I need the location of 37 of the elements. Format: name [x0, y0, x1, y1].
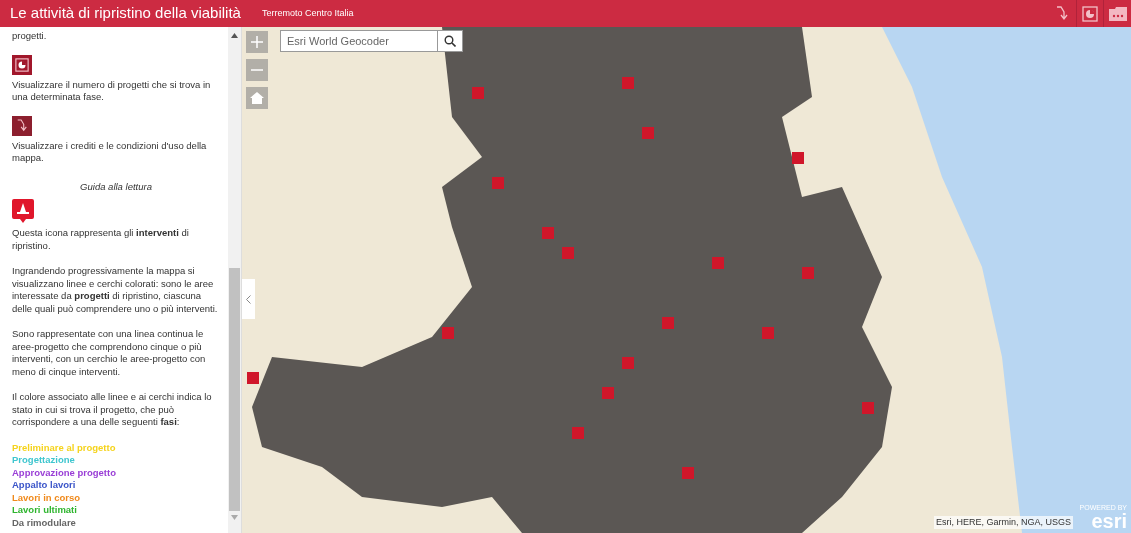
description-text: Sono rappresentate con una linea continua le aree-progetto che comprendono cinque o più interventi, con un cerchio le aree-progetto con meno di cinque interventi.: [12, 328, 207, 378]
home-button[interactable]: [246, 87, 268, 109]
pie-chart-icon: [1082, 5, 1098, 22]
search-field[interactable]: Esri World Geocoder: [280, 30, 438, 52]
zoom-in-button[interactable]: [246, 31, 268, 53]
zoom-out-button[interactable]: [246, 59, 268, 81]
app-title: Le attività di ripristino della viabilità: [9, 3, 242, 24]
description-text: Visualizzare i crediti e le condizioni d'uso della mappa.: [12, 139, 208, 165]
phase-label: Lavori ultimati: [12, 504, 78, 517]
credits-arrow-icon: [1054, 5, 1069, 22]
home-icon: [250, 92, 264, 104]
phase-label: Da rimodulare: [12, 516, 77, 529]
search-button[interactable]: [438, 30, 463, 52]
chevron-left-icon: [246, 294, 251, 304]
search-icon: [444, 35, 456, 47]
scrollbar-thumb[interactable]: [229, 268, 241, 511]
plus-icon: [251, 36, 263, 48]
phase-label: Approvazione progetto: [12, 466, 117, 479]
scroll-down-arrow-icon[interactable]: [231, 515, 239, 520]
minus-icon: [251, 69, 263, 71]
phase-label: Progettazione: [12, 454, 76, 467]
description-text: Questa icona rappresenta gli interventi di ripristino.: [12, 227, 190, 252]
description-text: progetti.: [12, 30, 48, 43]
section-caption: Guida alla lettura: [79, 180, 153, 193]
scrollbar[interactable]: [228, 27, 241, 533]
pie-chart-icon: [12, 54, 32, 75]
scroll-up-arrow-icon[interactable]: [231, 33, 239, 38]
phase-label: Lavori in corso: [12, 491, 82, 504]
map-marker-icon: [12, 199, 34, 223]
map-drawing[interactable]: [242, 27, 1131, 533]
description-text: Il colore associato alle linee e ai cerchi indica lo stato in cui si trova il progetto, che può corrispondere a una delle seguenti fasi:: [12, 391, 213, 429]
app-subtitle: Terremoto Centro Italia: [262, 6, 354, 20]
description-text: Visualizzare il numero di progetti che si trova in una determinata fase.: [12, 78, 212, 104]
phase-label: Preliminare al progetto: [12, 441, 117, 454]
phase-label: Appalto lavori: [12, 479, 77, 492]
folder-dots-icon: [1108, 6, 1127, 21]
description-text: Ingrandendo progressivamente la mappa si visualizzano linee e cerchi colorati: sono le aree interessate da progetti di ripristino, ciascuna delle quali può comprendere uno o più interventi.: [12, 265, 219, 315]
